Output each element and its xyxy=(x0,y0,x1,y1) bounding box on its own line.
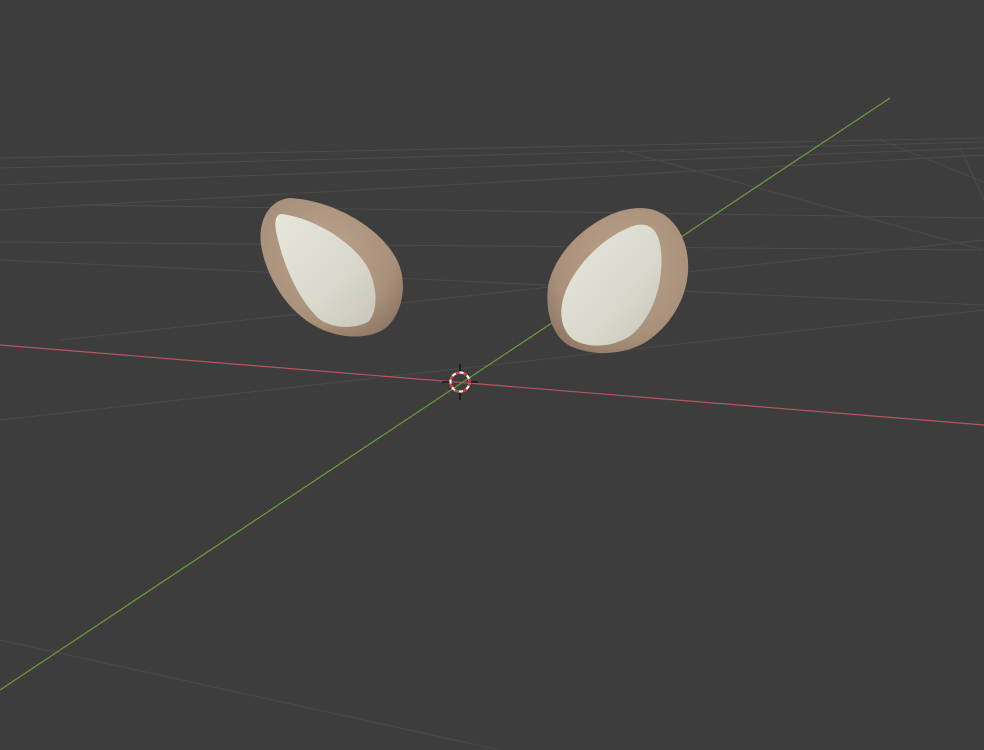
viewport-canvas[interactable] xyxy=(0,0,984,750)
x-axis-line xyxy=(0,344,984,426)
3d-viewport[interactable] xyxy=(0,0,984,750)
right-ear-object[interactable] xyxy=(547,208,689,354)
floor-grid xyxy=(0,137,984,750)
y-axis-line xyxy=(0,97,891,691)
